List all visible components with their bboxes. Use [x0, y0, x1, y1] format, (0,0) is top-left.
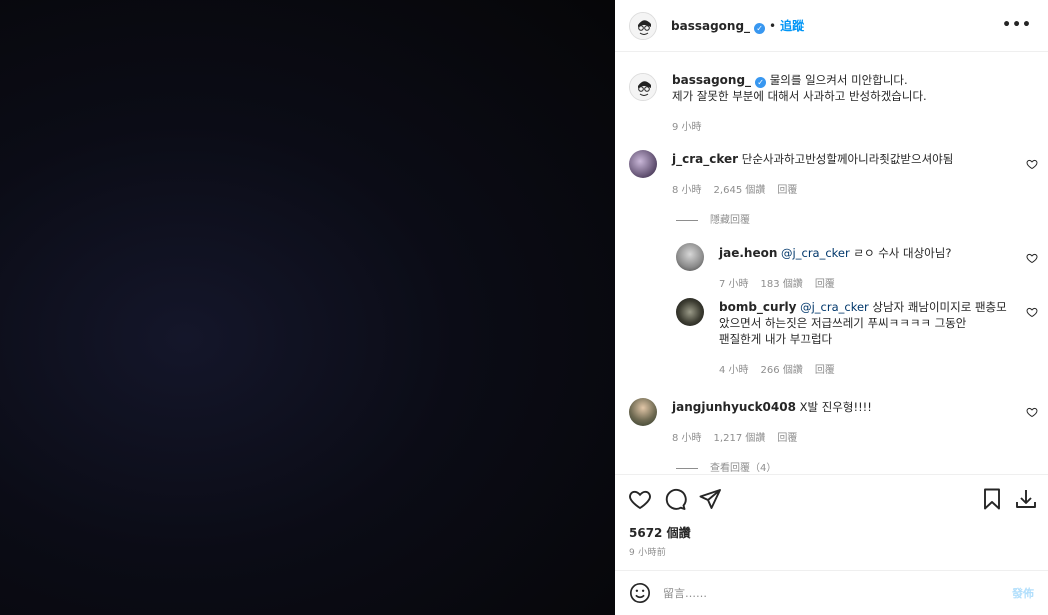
reply-mention[interactable]: @j_cra_cker [800, 300, 869, 314]
reply-time: 7 小時 [719, 279, 749, 290]
download-icon[interactable] [1014, 487, 1038, 511]
header-username[interactable]: bassagong_ [671, 19, 750, 33]
thread-line [676, 219, 698, 221]
comment-avatar[interactable] [629, 150, 657, 178]
post-image[interactable] [0, 0, 615, 615]
comment-username[interactable]: jangjunhyuck0408 [672, 400, 796, 414]
post-actions: 5672 個讚 9 小時前 [615, 474, 1048, 570]
reply-likes[interactable]: 266 個讚 [761, 365, 803, 376]
hide-replies-button[interactable]: 隱藏回覆 [676, 211, 750, 226]
comment-body: 단순사과하고반성할께아니라죗값받으셔야됨 [741, 152, 954, 166]
comment-icon[interactable] [663, 487, 687, 511]
heart-icon[interactable] [628, 487, 652, 511]
view-replies-label: 查看回覆（4） [710, 463, 777, 474]
reply-heart-icon[interactable] [1026, 306, 1038, 318]
reply-heart-icon[interactable] [1026, 252, 1038, 264]
comment-username[interactable]: j_cra_cker [672, 152, 738, 166]
hide-replies-label: 隱藏回覆 [710, 215, 750, 226]
post-timestamp: 9 小時前 [629, 548, 667, 558]
follow-button[interactable]: 追蹤 [780, 19, 804, 33]
owner-avatar-drawing [630, 13, 656, 39]
share-icon[interactable] [698, 487, 722, 511]
reply-likes[interactable]: 183 個讚 [761, 279, 803, 290]
caption-verified-icon: ✓ [755, 77, 767, 88]
bookmark-icon[interactable] [980, 487, 1004, 511]
comment-text: jangjunhyuck0408 X발 진우형!!!! [672, 399, 1012, 415]
reply-username[interactable]: jae.heon [719, 246, 777, 260]
reply-body-line1: 상남자 쾌남이미지로 팬층모 [872, 300, 1007, 314]
comments-list[interactable]: bassagong_ ✓ 물의를 일으켜서 미안합니다. 제가 잘못한 부분에 대… [615, 53, 1048, 474]
caption-time: 9 小時 [672, 122, 702, 133]
comment-composer: 發佈 [615, 570, 1048, 615]
comment-body: X발 진우형!!!! [799, 400, 872, 414]
reply-username[interactable]: bomb_curly [719, 300, 796, 314]
like-count[interactable]: 5672 個讚 [629, 524, 691, 541]
post-header: bassagong_ ✓ • 追蹤 ••• [615, 0, 1048, 52]
header-user-row: bassagong_ ✓ • 追蹤 [671, 17, 804, 34]
reply-button[interactable]: 回覆 [815, 279, 835, 290]
reply-body-line3: 팬질한게 내가 부끄럽다 [719, 332, 833, 346]
comment-meta: 8 小時 2,645 個讚 回覆 [672, 181, 809, 196]
owner-avatar[interactable] [629, 12, 657, 40]
post-comment-button[interactable]: 發佈 [1012, 585, 1034, 601]
caption-text: bassagong_ ✓ 물의를 일으켜서 미안합니다. 제가 잘못한 부분에 대… [672, 72, 1032, 104]
comment-meta: 8 小時 1,217 個讚 回覆 [672, 429, 809, 444]
comment-likes[interactable]: 2,645 個讚 [714, 185, 766, 196]
reply-text: bomb_curly @j_cra_cker 상남자 쾌남이미지로 팬층모 았으… [719, 299, 1019, 347]
comment-input[interactable] [663, 584, 993, 602]
reply-body-line2: 았으면서 하는짓은 저급쓰레기 푸씨ㅋㅋㅋㅋ 그동안 [719, 316, 967, 330]
caption-username[interactable]: bassagong_ [672, 73, 751, 87]
caption-line2: 제가 잘못한 부분에 대해서 사과하고 반성하겠습니다. [672, 89, 927, 103]
comment-likes[interactable]: 1,217 個讚 [714, 433, 766, 444]
reply-avatar[interactable] [676, 243, 704, 271]
reply-text: jae.heon @j_cra_cker ㄹㅇ 수사 대상아님? [719, 245, 1019, 261]
comment-heart-icon[interactable] [1026, 158, 1038, 170]
instagram-post-view: bassagong_ ✓ • 追蹤 ••• bassagong_ ✓ 물의를 일으켜서 … [0, 0, 1048, 615]
reply-body: ㄹㅇ 수사 대상아님? [853, 246, 952, 260]
reply-avatar[interactable] [676, 298, 704, 326]
comment-time: 8 小時 [672, 185, 702, 196]
reply-mention[interactable]: @j_cra_cker [781, 246, 850, 260]
reply-button[interactable]: 回覆 [777, 185, 797, 196]
caption-avatar-drawing [630, 74, 656, 100]
comment-text: j_cra_cker 단순사과하고반성할께아니라죗값받으셔야됨 [672, 151, 1012, 167]
comment-heart-icon[interactable] [1026, 406, 1038, 418]
verified-icon: ✓ [754, 23, 766, 34]
emoji-icon[interactable] [629, 582, 651, 604]
view-replies-button[interactable]: 查看回覆（4） [676, 459, 776, 474]
thread-line [676, 467, 698, 469]
comment-avatar[interactable] [629, 398, 657, 426]
caption-meta: 9 小時 [672, 118, 714, 133]
reply-meta: 4 小時 266 個讚 回覆 [719, 361, 847, 376]
reply-meta: 7 小時 183 個讚 回覆 [719, 275, 847, 290]
reply-time: 4 小時 [719, 365, 749, 376]
more-icon[interactable]: ••• [1002, 17, 1032, 33]
caption-line1: 물의를 일으켜서 미안합니다. [769, 73, 908, 87]
comment-time: 8 小時 [672, 433, 702, 444]
caption-avatar[interactable] [629, 73, 657, 101]
reply-button[interactable]: 回覆 [815, 365, 835, 376]
post-side-panel: bassagong_ ✓ • 追蹤 ••• bassagong_ ✓ 물의를 일으켜서 … [615, 0, 1048, 615]
reply-button[interactable]: 回覆 [777, 433, 797, 444]
separator-dot: • [769, 19, 777, 33]
